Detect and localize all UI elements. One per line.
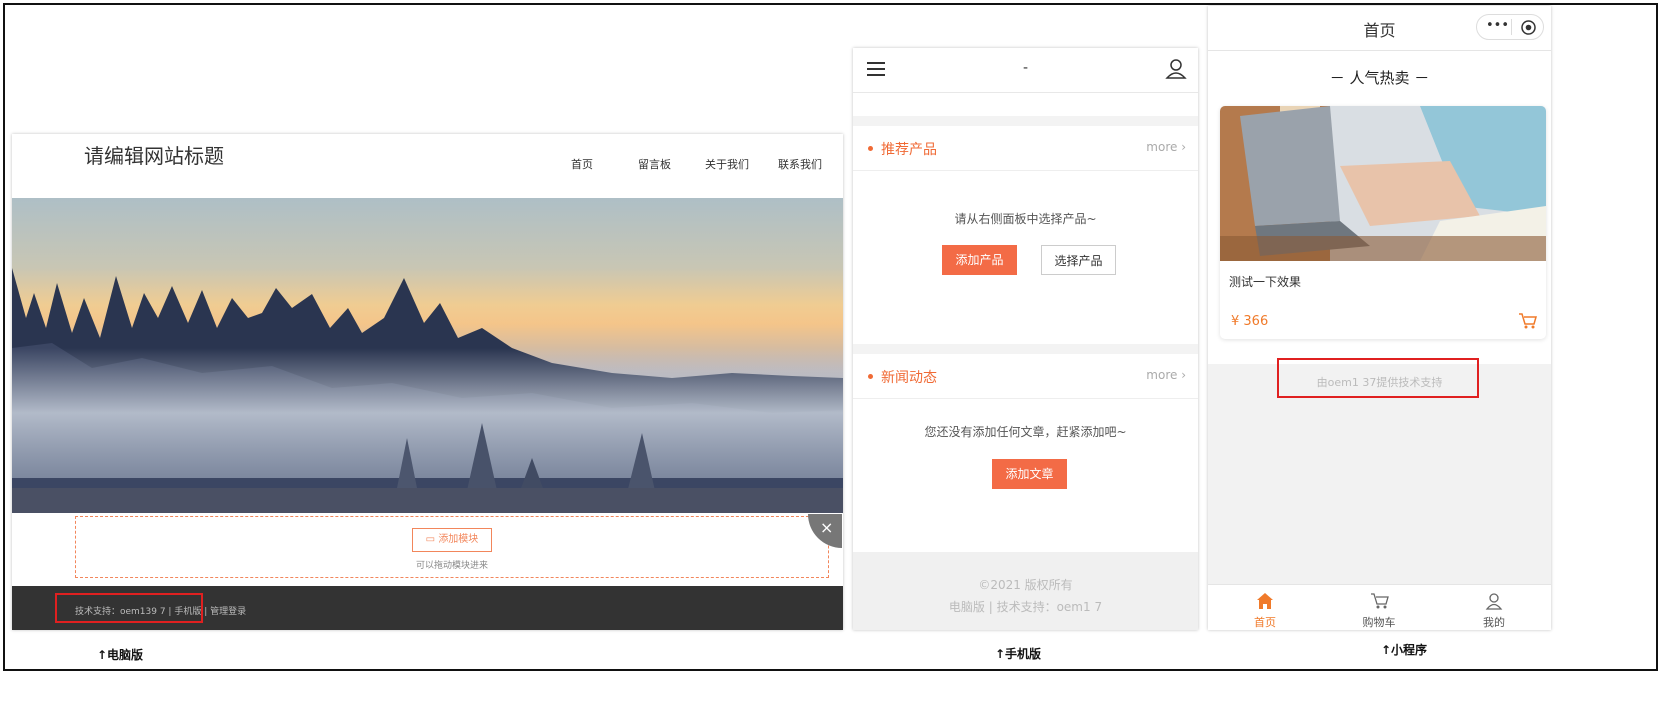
- mobile-header: -: [853, 48, 1198, 93]
- tab-home[interactable]: 首页: [1208, 585, 1322, 630]
- cart-icon: [1371, 593, 1389, 609]
- products-section: 推荐产品 more › 请从右侧面板中选择产品~ 添加产品 选择产品: [853, 126, 1198, 344]
- add-module-hint: 可以拖动模块进来: [415, 561, 488, 571]
- nav-item-about[interactable]: 关于我们: [705, 156, 749, 172]
- news-section-title: 新闻动态: [881, 370, 937, 386]
- caption-desktop: ↑电脑版: [97, 648, 144, 662]
- caption-mobile: ↑手机版: [995, 647, 1042, 661]
- site-title[interactable]: 请编辑网站标题: [84, 140, 224, 169]
- products-section-header: 推荐产品 more ›: [853, 126, 1198, 171]
- more-dots-icon[interactable]: •••: [1486, 18, 1509, 33]
- cart-icon[interactable]: [1518, 312, 1538, 330]
- mobile-header-title: -: [1022, 60, 1029, 76]
- user-icon[interactable]: [1165, 58, 1187, 80]
- nav-item-guestbook[interactable]: 留言板: [638, 156, 671, 172]
- product-card[interactable]: 测试一下效果 ¥ 366: [1220, 106, 1546, 339]
- product-price: ¥ 366: [1231, 314, 1269, 329]
- add-module-button[interactable]: ▭ 添加模块: [412, 528, 492, 552]
- products-section-title: 推荐产品: [881, 142, 937, 158]
- miniprogram-preview: 首页 ••• － 人气热卖 － 测试一下效果 ¥ 366 由oem1 37提供技…: [1208, 6, 1551, 630]
- mobile-footer-links: 电脑版 | 技术支持：oem1 7: [948, 600, 1103, 614]
- hot-section-title: － 人气热卖 －: [1329, 69, 1430, 87]
- caption-miniprogram: ↑小程序: [1381, 643, 1428, 657]
- section-dot: [868, 146, 873, 151]
- nav-item-contact[interactable]: 联系我们: [778, 156, 822, 172]
- mobile-copyright: ©2021 版权所有: [978, 578, 1073, 592]
- tab-cart[interactable]: 购物车: [1322, 585, 1436, 630]
- add-module-area[interactable]: ▭ 添加模块 可以拖动模块进来: [75, 516, 829, 578]
- products-empty-hint: 请从右侧面板中选择产品~: [954, 212, 1097, 226]
- news-section-header: 新闻动态 more ›: [853, 354, 1198, 399]
- capsule-menu[interactable]: •••: [1476, 14, 1544, 40]
- desktop-header: 请编辑网站标题 首页 留言板 关于我们 联系我们: [12, 134, 843, 198]
- close-circle-icon[interactable]: [1520, 19, 1537, 36]
- folder-icon: ▭: [425, 534, 439, 545]
- news-empty-hint: 您还没有添加任何文章，赶紧添加吧~: [924, 425, 1127, 439]
- desktop-preview: 请编辑网站标题 首页 留言板 关于我们 联系我们 ▭ 添加模块 可以拖动模块进来…: [12, 134, 843, 630]
- select-product-button[interactable]: 选择产品: [1041, 245, 1116, 275]
- miniprogram-tabbar: 首页 购物车 我的: [1208, 584, 1551, 630]
- product-image: [1220, 106, 1546, 261]
- product-name: 测试一下效果: [1229, 275, 1302, 289]
- section-dot: [868, 374, 873, 379]
- products-more-link[interactable]: more ›: [1146, 140, 1186, 154]
- news-section: 新闻动态 more › 您还没有添加任何文章，赶紧添加吧~ 添加文章: [853, 354, 1198, 552]
- capsule-divider: [1511, 19, 1512, 35]
- tab-mine[interactable]: 我的: [1437, 585, 1551, 630]
- highlight-box-miniprogram: [1277, 358, 1479, 398]
- user-icon: [1485, 593, 1503, 610]
- mobile-footer: ©2021 版权所有 电脑版 | 技术支持：oem1 7: [853, 552, 1198, 630]
- add-article-button[interactable]: 添加文章: [992, 459, 1067, 489]
- miniprogram-navbar: 首页 •••: [1208, 6, 1551, 51]
- home-icon: [1257, 593, 1273, 609]
- nav-item-home[interactable]: 首页: [571, 156, 593, 172]
- add-product-button[interactable]: 添加产品: [942, 245, 1017, 275]
- hero-banner-image: [12, 198, 843, 513]
- mobile-preview: - 推荐产品 more › 请从右侧面板中选择产品~ 添加产品 选择产品 新闻动…: [853, 48, 1198, 630]
- news-more-link[interactable]: more ›: [1146, 368, 1186, 382]
- highlight-box-desktop: [55, 593, 203, 623]
- mobile-nav-strip: [853, 93, 1198, 116]
